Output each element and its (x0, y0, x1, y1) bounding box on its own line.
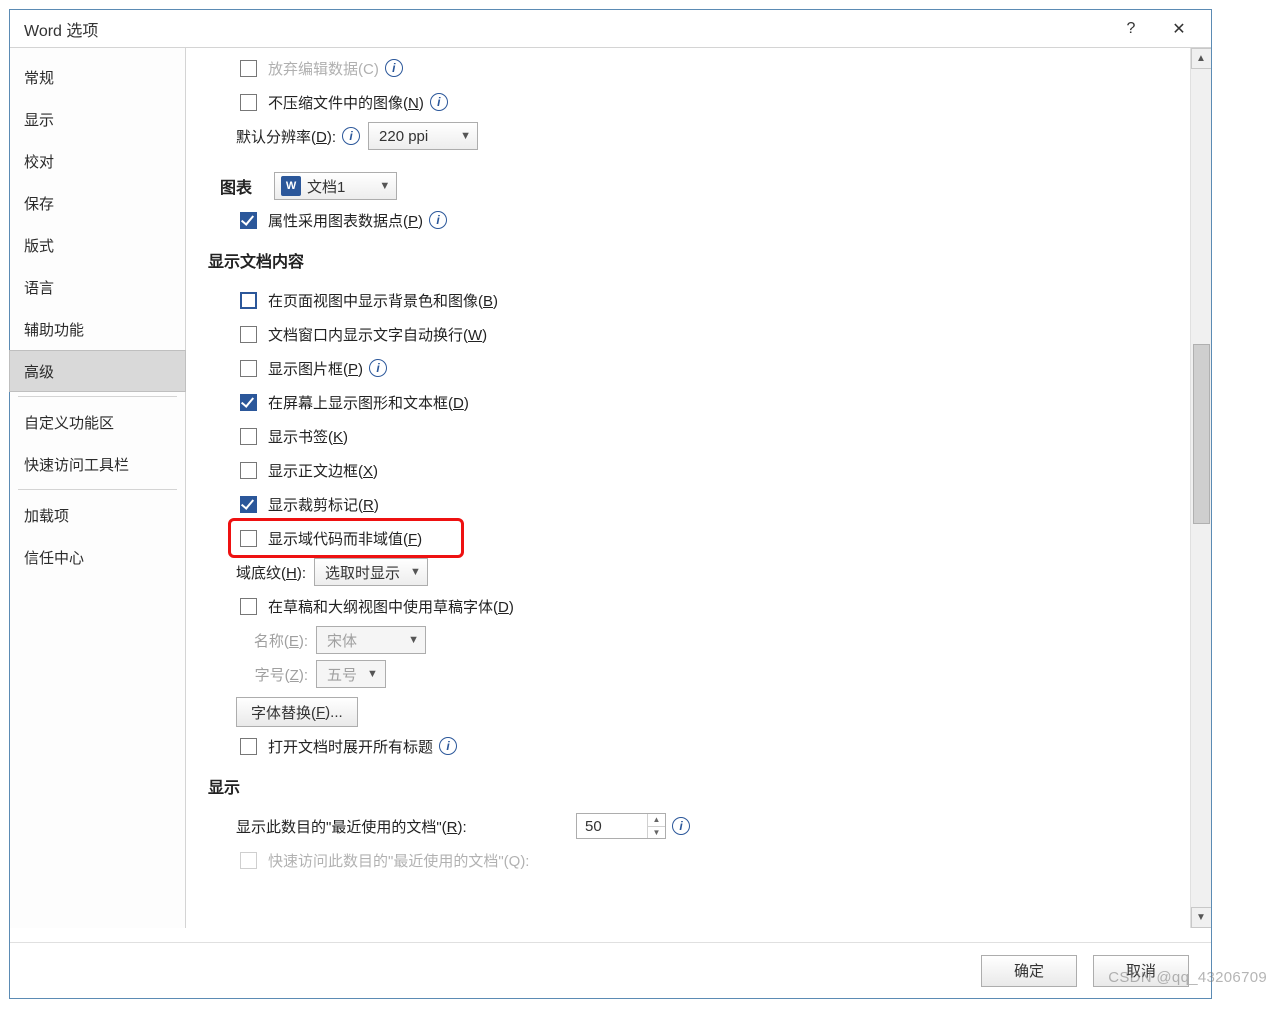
doc-content-row-6: 显示裁剪标记(R) (236, 488, 1167, 520)
doc-content-row-7: 显示域代码而非域值(F) (236, 522, 1167, 554)
sidebar-item-10[interactable]: 加载项 (10, 494, 185, 536)
sidebar-item-5[interactable]: 语言 (10, 266, 185, 308)
doc-content-checkbox-4[interactable] (240, 428, 257, 445)
watermark: CSDN @qq_43206709 (1108, 969, 1267, 986)
doc-content-checkbox-5[interactable] (240, 462, 257, 479)
font-size-dropdown: 五号▼ (316, 660, 386, 688)
info-icon[interactable]: i (369, 359, 387, 377)
scrollbar[interactable]: ▲ ▼ (1190, 48, 1211, 928)
info-icon[interactable]: i (672, 817, 690, 835)
doc-content-row-2: 显示图片框(P) i (236, 352, 1167, 384)
no-compress-checkbox[interactable] (240, 94, 257, 111)
doc-content-row-4: 显示书签(K) (236, 420, 1167, 452)
sidebar-item-2[interactable]: 校对 (10, 140, 185, 182)
no-compress-label: 不压缩文件中的图像(N) (268, 92, 424, 113)
sidebar-separator (18, 396, 177, 397)
close-button[interactable]: ✕ (1155, 10, 1203, 48)
sidebar-item-3[interactable]: 保存 (10, 182, 185, 224)
doc-content-checkbox-6[interactable] (240, 496, 257, 513)
doc-content-label-2: 显示图片框(P) (268, 358, 363, 379)
ok-button[interactable]: 确定 (981, 955, 1077, 987)
info-icon[interactable]: i (439, 737, 457, 755)
doc-content-row-3: 在屏幕上显示图形和文本框(D) (236, 386, 1167, 418)
doc-content-row-5: 显示正文边框(X) (236, 454, 1167, 486)
options-pane: 放弃编辑数据(C) i 不压缩文件中的图像(N) i 默认分辨率(D): i (186, 48, 1187, 928)
info-icon[interactable]: i (342, 127, 360, 145)
doc-content-label-4: 显示书签(K) (268, 426, 348, 447)
doc-content-label-5: 显示正文边框(X) (268, 460, 378, 481)
sidebar-item-9[interactable]: 快速访问工具栏 (10, 443, 185, 485)
draft-font-checkbox[interactable] (240, 598, 257, 615)
chart-document-dropdown[interactable]: W 文档1 ▼ (274, 172, 397, 200)
discard-edit-label: 放弃编辑数据(C) (268, 58, 379, 79)
chart-section-label: 图表 (220, 174, 252, 198)
doc-content-label-6: 显示裁剪标记(R) (268, 494, 379, 515)
display-section-title: 显示 (208, 774, 1167, 798)
doc-content-label-3: 在屏幕上显示图形和文本框(D) (268, 392, 469, 413)
window-title: Word 选项 (24, 17, 1107, 41)
sidebar-item-4[interactable]: 版式 (10, 224, 185, 266)
info-icon[interactable]: i (385, 59, 403, 77)
doc-content-checkbox-3[interactable] (240, 394, 257, 411)
expand-titles-label: 打开文档时展开所有标题 (268, 736, 433, 757)
doc-content-checkbox-1[interactable] (240, 326, 257, 343)
sidebar-item-1[interactable]: 显示 (10, 98, 185, 140)
discard-edit-checkbox[interactable] (240, 60, 257, 77)
info-icon[interactable]: i (429, 211, 447, 229)
cutoff-checkbox[interactable] (240, 852, 257, 869)
doc-content-title: 显示文档内容 (208, 248, 1167, 272)
recent-docs-input[interactable] (577, 814, 647, 838)
font-name-label: 名称(E): (238, 630, 308, 651)
scroll-thumb[interactable] (1193, 344, 1210, 524)
doc-content-checkbox-7[interactable] (240, 530, 257, 547)
doc-content-label-0: 在页面视图中显示背景色和图像(B) (268, 290, 498, 311)
spin-up[interactable]: ▲ (648, 814, 665, 827)
font-name-dropdown: 宋体▼ (316, 626, 426, 654)
word-icon: W (281, 176, 301, 196)
titlebar: Word 选项 ? ✕ (10, 10, 1211, 48)
draft-font-label: 在草稿和大纲视图中使用草稿字体(D) (268, 596, 514, 617)
help-button[interactable]: ? (1107, 10, 1155, 48)
expand-titles-checkbox[interactable] (240, 738, 257, 755)
cutoff-label: 快速访问此数目的"最近使用的文档"(Q): (268, 850, 529, 871)
sidebar-separator (18, 489, 177, 490)
info-icon[interactable]: i (430, 93, 448, 111)
dialog-footer: 确定 取消 (10, 942, 1211, 998)
default-resolution-label: 默认分辨率(D): (236, 126, 336, 147)
spin-down[interactable]: ▼ (648, 827, 665, 839)
chart-prop-checkbox[interactable] (240, 212, 257, 229)
doc-content-row-0: 在页面视图中显示背景色和图像(B) (236, 284, 1167, 316)
doc-content-checkbox-0[interactable] (240, 292, 257, 309)
sidebar-item-11[interactable]: 信任中心 (10, 536, 185, 578)
sidebar-item-7[interactable]: 高级 (9, 350, 186, 392)
recent-docs-spinner[interactable]: ▲▼ (576, 813, 666, 839)
doc-content-label-7: 显示域代码而非域值(F) (268, 528, 422, 549)
font-size-label: 字号(Z): (238, 664, 308, 685)
sidebar-item-0[interactable]: 常规 (10, 56, 185, 98)
sidebar: 常规显示校对保存版式语言辅助功能高级自定义功能区快速访问工具栏加载项信任中心 (10, 48, 186, 928)
doc-content-checkbox-2[interactable] (240, 360, 257, 377)
font-substitution-button[interactable]: 字体替换(F)... (236, 697, 358, 727)
recent-docs-label: 显示此数目的"最近使用的文档"(R): (236, 816, 576, 837)
field-shading-label: 域底纹(H): (236, 562, 306, 583)
sidebar-item-8[interactable]: 自定义功能区 (10, 401, 185, 443)
chart-prop-label: 属性采用图表数据点(P) (268, 210, 423, 231)
doc-content-label-1: 文档窗口内显示文字自动换行(W) (268, 324, 487, 345)
field-shading-dropdown[interactable]: 选取时显示▼ (314, 558, 428, 586)
default-resolution-dropdown[interactable]: 220 ppi▼ (368, 122, 478, 150)
doc-content-row-1: 文档窗口内显示文字自动换行(W) (236, 318, 1167, 350)
sidebar-item-6[interactable]: 辅助功能 (10, 308, 185, 350)
scroll-down-button[interactable]: ▼ (1191, 907, 1212, 928)
scroll-up-button[interactable]: ▲ (1191, 48, 1212, 69)
